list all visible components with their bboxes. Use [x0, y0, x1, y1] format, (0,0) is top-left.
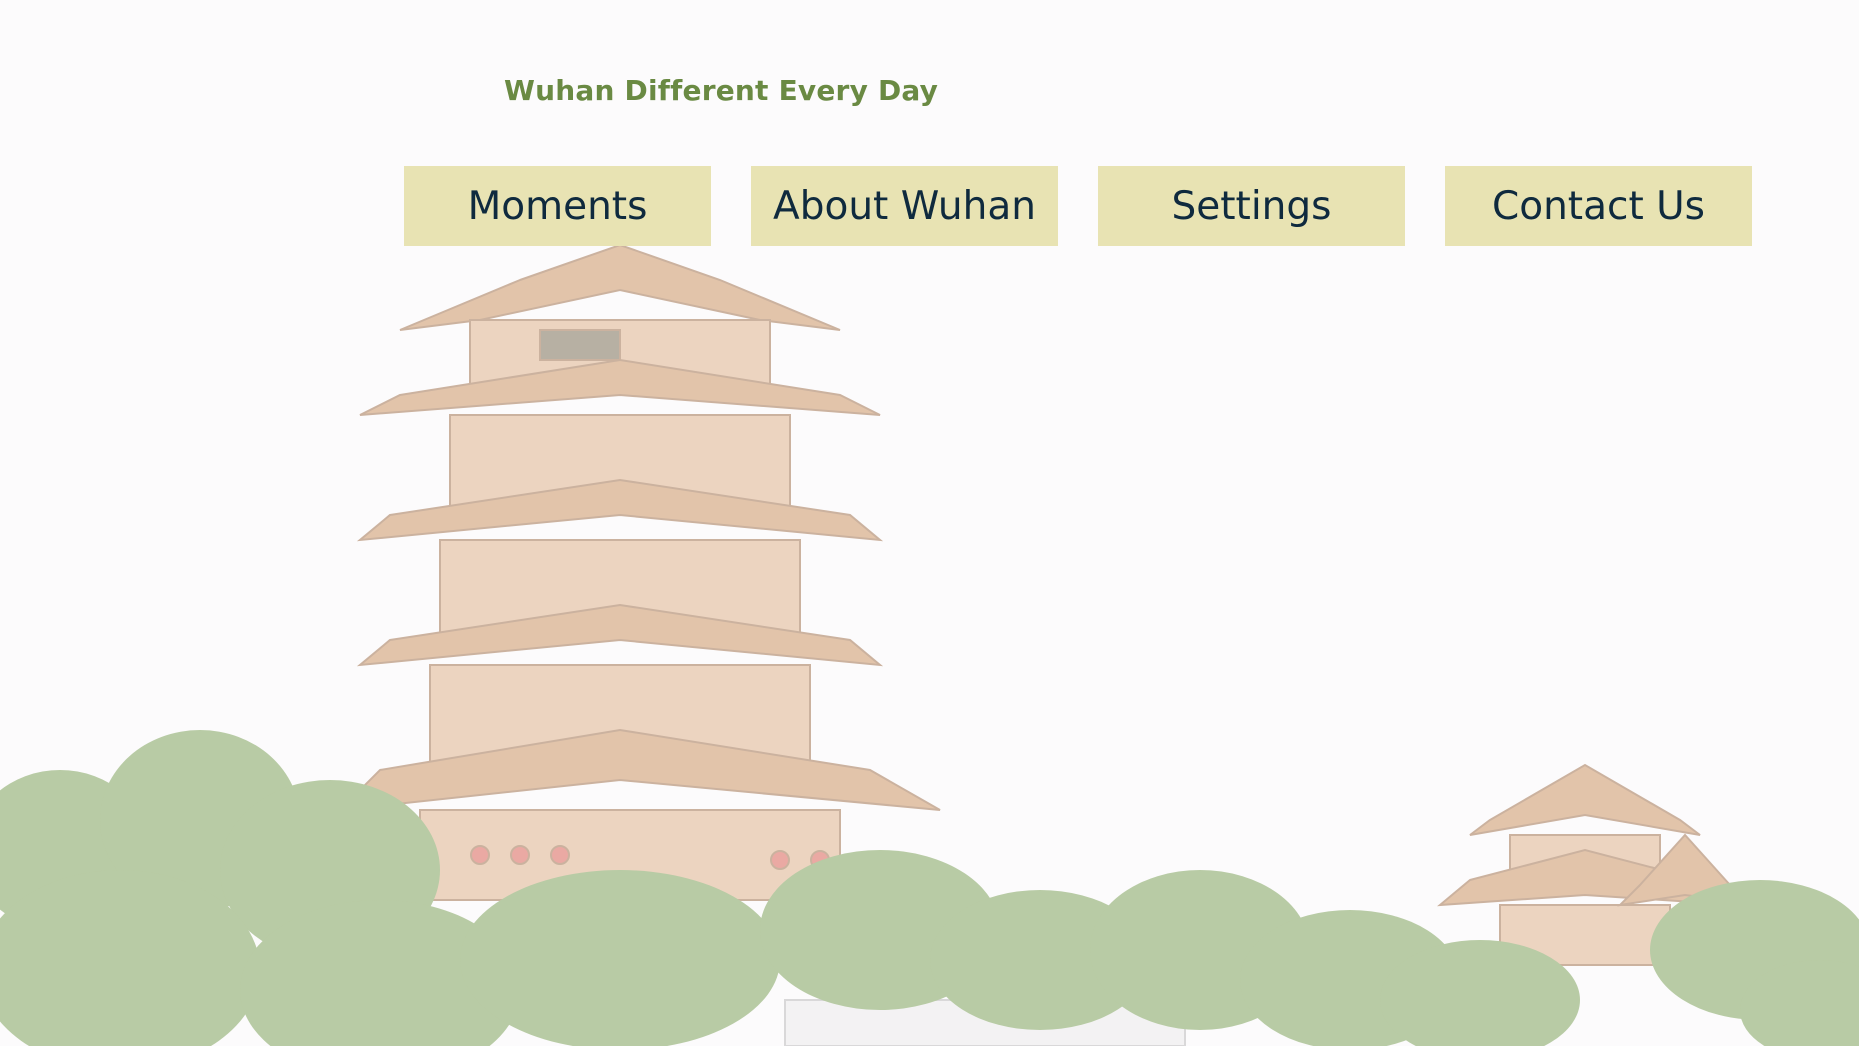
nav-settings-button[interactable]: Settings — [1098, 166, 1405, 246]
main-pagoda — [337, 243, 941, 901]
site-title: Wuhan Different Every Day — [504, 74, 939, 107]
main-nav: Moments About Wuhan Settings Contact Us — [404, 166, 1752, 246]
nav-about-wuhan-button[interactable]: About Wuhan — [751, 166, 1058, 246]
background-image — [0, 243, 1859, 1046]
page: Wuhan Different Every Day Moments About … — [0, 0, 1859, 1046]
nav-contact-us-button[interactable]: Contact Us — [1445, 166, 1752, 246]
nav-moments-button[interactable]: Moments — [404, 166, 711, 246]
